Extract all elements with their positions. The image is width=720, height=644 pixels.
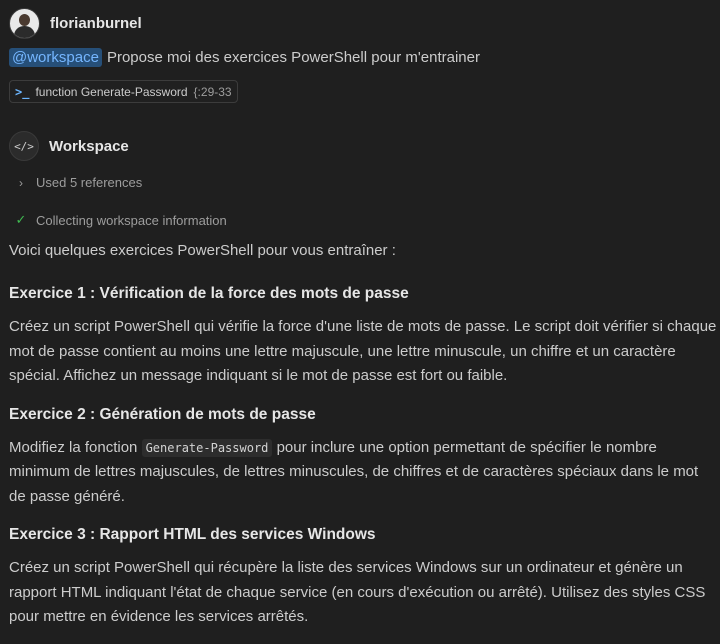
used-references-label: Used 5 references xyxy=(36,175,143,190)
assistant-header: </> Workspace xyxy=(9,131,129,161)
exercise-1-title: Exercice 1 : Vérification de la force de… xyxy=(9,285,409,302)
user-message-header: florianburnel xyxy=(9,8,142,39)
reference-chip[interactable]: >_ function Generate-Password {:29-33 xyxy=(9,80,238,103)
assistant-name: Workspace xyxy=(49,137,129,155)
inline-code: Generate-Password xyxy=(141,438,273,457)
reference-range: {:29-33 xyxy=(193,84,232,99)
username: florianburnel xyxy=(50,15,142,32)
powershell-icon: >_ xyxy=(15,84,30,99)
prompt-text: Propose moi des exercices PowerShell pou… xyxy=(106,49,480,66)
used-references-toggle[interactable]: › Used 5 references xyxy=(15,175,142,190)
collecting-status: ✓ Collecting workspace information xyxy=(15,212,227,228)
response-intro: Voici quelques exercices PowerShell pour… xyxy=(9,242,396,259)
response-content: Voici quelques exercices PowerShell pour… xyxy=(9,240,719,630)
exercise-3-title: Exercice 3 : Rapport HTML des services W… xyxy=(9,526,376,543)
exercise-2-title: Exercice 2 : Génération de mots de passe xyxy=(9,405,316,423)
exercise-3-body: Créez un script PowerShell qui récupère … xyxy=(9,559,706,625)
chat-panel: florianburnel @workspace Propose moi des… xyxy=(0,0,720,644)
user-prompt: @workspace Propose moi des exercices Pow… xyxy=(9,48,480,67)
code-icon: </> xyxy=(9,131,39,161)
exercise-2-body-start: Modifiez la fonction xyxy=(9,438,138,456)
chevron-right-icon: › xyxy=(19,175,23,190)
avatar xyxy=(9,8,40,39)
exercise-1-body: Créez un script PowerShell qui vérifie l… xyxy=(9,318,717,384)
workspace-mention[interactable]: @workspace xyxy=(9,48,102,67)
status-label: Collecting workspace information xyxy=(36,212,227,228)
check-icon: ✓ xyxy=(15,212,27,227)
exercise-2-body: Modifiez la fonction Generate-Password p… xyxy=(9,436,719,510)
reference-label: function Generate-Password xyxy=(35,84,188,99)
